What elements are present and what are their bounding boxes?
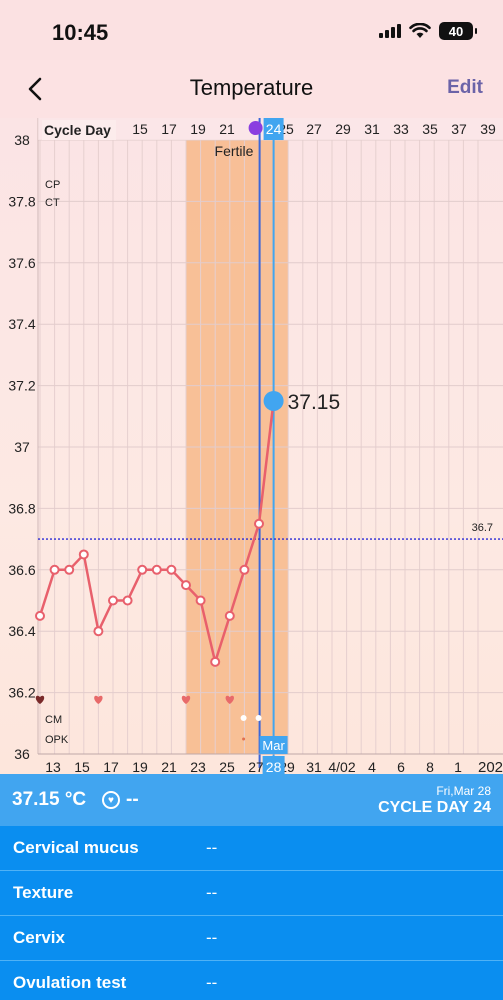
cp-label: CP	[45, 179, 60, 191]
battery-icon: 40	[439, 22, 477, 40]
bottom-tick-label: 21	[161, 759, 177, 774]
summary-cycle-day: CYCLE DAY 24	[378, 799, 491, 816]
selected-bottom-tick-label: 28	[266, 759, 282, 774]
ct-label: CT	[45, 197, 60, 209]
bottom-tick-label: 17	[103, 759, 119, 774]
temperature-point	[35, 610, 45, 621]
y-tick-label: 37.6	[8, 255, 35, 271]
bottom-tick-label: 4/02	[328, 759, 355, 774]
summary-date: Fri,Mar 28	[436, 784, 491, 798]
details-list: Cervical mucus -- Texture -- Cervix -- O…	[0, 826, 503, 1000]
selected-temperature-point	[263, 390, 284, 411]
temperature-point	[151, 564, 162, 575]
detail-value: --	[206, 883, 218, 902]
detail-value: --	[206, 838, 218, 857]
temperature-point	[210, 656, 221, 667]
cm-marker-icon	[240, 715, 247, 721]
y-tick-label: 36.8	[8, 500, 35, 516]
page-title: Temperature	[189, 75, 314, 100]
detail-label: Texture	[13, 883, 74, 902]
temperature-point	[93, 626, 104, 637]
nav-bar: Temperature Edit	[0, 60, 503, 118]
fertile-label: Fertile	[215, 143, 254, 159]
selected-value-label: 37.15	[288, 391, 341, 414]
detail-value: --	[206, 973, 218, 992]
bottom-tick-label: 15	[74, 759, 90, 774]
y-tick-label: 38	[14, 132, 30, 148]
y-tick-label: 36.2	[8, 685, 35, 701]
temperature-point	[195, 595, 206, 606]
status-bar: 10:45 40	[0, 0, 503, 60]
intercourse-icon[interactable]: ♥	[102, 791, 120, 809]
temperature-point	[49, 564, 60, 575]
summary-temperature: 37.15 °C	[12, 789, 87, 810]
detail-row-cervix[interactable]: Cervix --	[0, 916, 503, 961]
bottom-tick-label: 23	[190, 759, 206, 774]
coverline-label: 36.7	[472, 522, 493, 534]
selected-month-label: Mar	[262, 738, 285, 753]
detail-label: Cervix	[13, 928, 65, 947]
detail-label: Cervical mucus	[13, 838, 139, 857]
intercourse-value: --	[126, 789, 139, 810]
y-tick-label: 36.4	[8, 623, 35, 639]
selected-top-tick-label: 24	[266, 121, 282, 137]
top-tick-label: 19	[190, 121, 206, 137]
temperature-point	[239, 564, 250, 575]
top-tick-label: 37	[451, 121, 467, 137]
temperature-point	[181, 580, 191, 591]
y-tick-label: 36	[14, 746, 30, 762]
detail-row-ovulation-test[interactable]: Ovulation test --	[0, 961, 503, 1000]
top-tick-label: 29	[335, 121, 351, 137]
y-tick-label: 37.4	[8, 316, 35, 332]
detail-row-texture[interactable]: Texture --	[0, 871, 503, 916]
bottom-tick-label: 31	[306, 759, 322, 774]
temperature-point	[122, 595, 133, 606]
bottom-tick-label: 13	[45, 759, 61, 774]
bottom-tick-label: 4	[368, 759, 376, 774]
y-tick-label: 37	[14, 439, 30, 455]
top-tick-label: 15	[132, 121, 148, 137]
top-tick-label: 27	[306, 121, 322, 137]
y-tick-label: 36.6	[8, 562, 35, 578]
bottom-tick-label: 27	[248, 759, 264, 774]
period-dot-icon	[248, 121, 263, 135]
year-label: 2025	[478, 759, 503, 774]
top-tick-label: 35	[422, 121, 438, 137]
detail-value: --	[206, 928, 218, 947]
bottom-tick-label: 6	[397, 759, 405, 774]
selected-day-summary: 37.15 °C ♥ -- Fri,Mar 28 CYCLE DAY 24	[0, 774, 503, 826]
bottom-tick-label: 25	[219, 759, 235, 774]
temperature-point	[78, 549, 89, 560]
edit-button[interactable]: Edit	[447, 77, 483, 99]
status-icons: 40	[379, 22, 477, 40]
top-tick-label: 31	[364, 121, 380, 137]
top-tick-label: 39	[480, 121, 496, 137]
status-time: 10:45	[52, 20, 109, 45]
opk-label: OPK	[45, 734, 69, 746]
top-tick-label: 33	[393, 121, 409, 137]
cm-label: CM	[45, 714, 62, 726]
wifi-icon	[409, 23, 431, 38]
detail-label: Ovulation test	[13, 973, 127, 992]
temperature-point	[108, 595, 118, 606]
bottom-tick-label: 8	[426, 759, 434, 774]
temperature-point	[254, 518, 264, 529]
cm-marker-icon	[255, 715, 262, 721]
top-tick-label: 21	[219, 121, 235, 137]
temperature-point	[166, 564, 177, 575]
opk-marker-icon	[242, 737, 246, 741]
temperature-point	[224, 610, 235, 621]
temperature-point	[137, 564, 148, 575]
cellular-signal-icon	[379, 24, 401, 38]
temperature-point	[64, 564, 75, 575]
cycle-day-label: Cycle Day	[44, 122, 111, 138]
temperature-chart[interactable]: 38 37.8 37.6 37.4 37.2 37 36.8 36.6 36.4 36.2 36 8 1…	[0, 118, 503, 774]
bottom-tick-label: 19	[132, 759, 148, 774]
bottom-tick-label: 1	[454, 759, 462, 774]
detail-row-cervical-mucus[interactable]: Cervical mucus --	[0, 826, 503, 871]
top-tick-label: 17	[161, 121, 177, 137]
y-tick-label: 37.8	[8, 193, 35, 209]
y-tick-label: 37.2	[8, 378, 35, 394]
